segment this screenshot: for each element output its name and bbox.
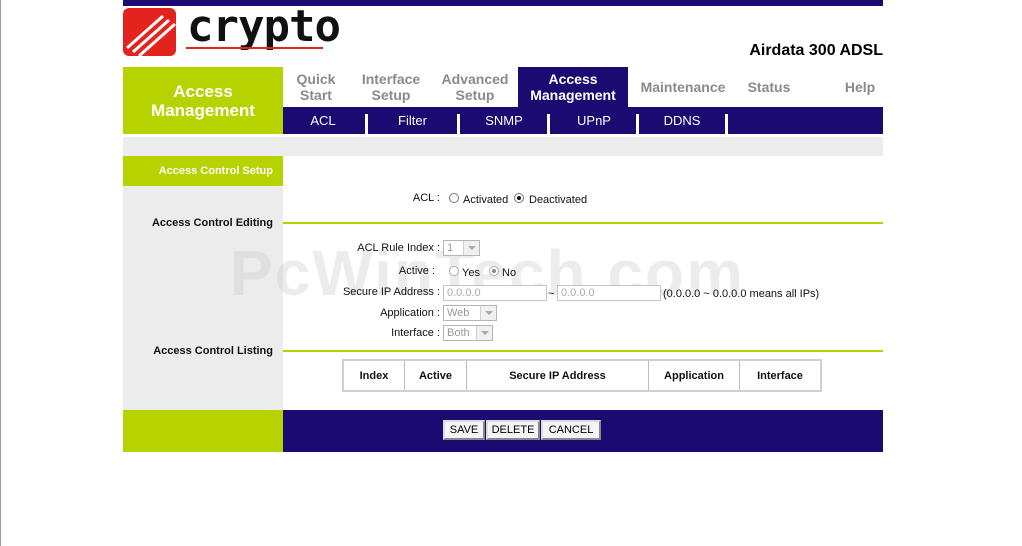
secure-ip-from-input[interactable]: 0.0.0.0 — [443, 285, 547, 301]
divider-listing — [283, 350, 883, 352]
subnav-filter[interactable]: Filter — [369, 107, 456, 134]
nav-interface-setup[interactable]: Interface Setup — [354, 67, 428, 107]
column-interface: Interface — [739, 359, 822, 392]
product-name: Airdata 300 ADSL — [749, 42, 883, 59]
application-label: Application : — [380, 307, 440, 319]
logo-underline — [186, 47, 323, 49]
logo-text: crypto — [187, 1, 341, 52]
divider-editing — [283, 222, 883, 224]
ip-range-separator: ~ — [548, 288, 555, 300]
grey-strip — [123, 137, 883, 156]
nav-access-management[interactable]: Access Management — [518, 67, 628, 107]
subnav-separator — [636, 114, 639, 134]
subnav-snmp[interactable]: SNMP — [461, 107, 547, 134]
subnav-ddns[interactable]: DDNS — [640, 107, 724, 134]
chevron-down-icon — [476, 326, 492, 340]
chevron-down-icon — [480, 306, 496, 320]
interface-select[interactable]: Both — [443, 325, 493, 341]
interface-value: Both — [447, 327, 470, 339]
nav-advanced-setup[interactable]: Advanced Setup — [433, 67, 517, 107]
nav-help[interactable]: Help — [833, 67, 887, 107]
subnav-separator — [365, 114, 368, 134]
subnav-separator — [547, 114, 550, 134]
ip-range-hint: (0.0.0.0 ~ 0.0.0.0 means all IPs) — [663, 288, 820, 300]
column-active: Active — [404, 359, 467, 392]
active-label: Active : — [398, 265, 435, 277]
rule-index-label: ACL Rule Index : — [357, 242, 440, 254]
acl-activated-radio[interactable] — [449, 193, 459, 203]
subnav-separator — [457, 114, 460, 134]
acl-deactivated-label: Deactivated — [529, 194, 588, 206]
application-value: Web — [447, 307, 470, 319]
acl-label: ACL : — [412, 192, 440, 204]
delete-button[interactable]: DELETE — [486, 420, 540, 440]
cancel-button[interactable]: CANCEL — [541, 420, 601, 440]
nav-status[interactable]: Status — [738, 67, 800, 107]
active-no-label: No — [502, 267, 517, 279]
label-access-control-editing: Access Control Editing — [151, 217, 273, 229]
column-index: Index — [342, 359, 405, 392]
active-yes-label: Yes — [462, 267, 480, 279]
secure-ip-label: Secure IP Address : — [342, 286, 440, 298]
interface-label: Interface : — [391, 327, 440, 339]
sub-nav: ACL Filter SNMP UPnP DDNS — [283, 107, 883, 134]
acl-deactivated-radio[interactable] — [514, 193, 524, 203]
subnav-upnp[interactable]: UPnP — [551, 107, 637, 134]
window-edge — [0, 0, 1, 546]
secure-ip-to-input[interactable]: 0.0.0.0 — [557, 285, 661, 301]
application-select[interactable]: Web — [443, 305, 497, 321]
label-access-control-listing: Access Control Listing — [153, 345, 273, 357]
column-application: Application — [648, 359, 740, 392]
label-access-control-setup: Access Control Setup — [123, 156, 283, 186]
crypto-logo-icon — [123, 8, 176, 56]
section-title: Access Management — [123, 67, 283, 134]
chevron-down-icon — [463, 241, 479, 255]
access-control-table: Index Active Secure IP Address Applicati… — [342, 359, 822, 392]
footer-left — [123, 410, 283, 452]
column-secure-ip: Secure IP Address — [466, 359, 649, 392]
subnav-acl[interactable]: ACL — [283, 107, 363, 134]
subnav-separator — [725, 114, 728, 134]
rule-index-select[interactable]: 1 — [443, 240, 480, 256]
active-yes-radio[interactable] — [449, 266, 459, 276]
active-no-radio[interactable] — [489, 266, 499, 276]
nav-maintenance[interactable]: Maintenance — [633, 67, 733, 107]
rule-index-value: 1 — [447, 242, 454, 254]
nav-quick-start[interactable]: Quick Start — [283, 67, 349, 107]
table-header-row: Index Active Secure IP Address Applicati… — [342, 359, 822, 392]
main-nav: Quick Start Interface Setup Advanced Set… — [283, 67, 883, 107]
acl-activated-label: Activated — [463, 194, 509, 206]
save-button[interactable]: SAVE — [443, 420, 485, 440]
